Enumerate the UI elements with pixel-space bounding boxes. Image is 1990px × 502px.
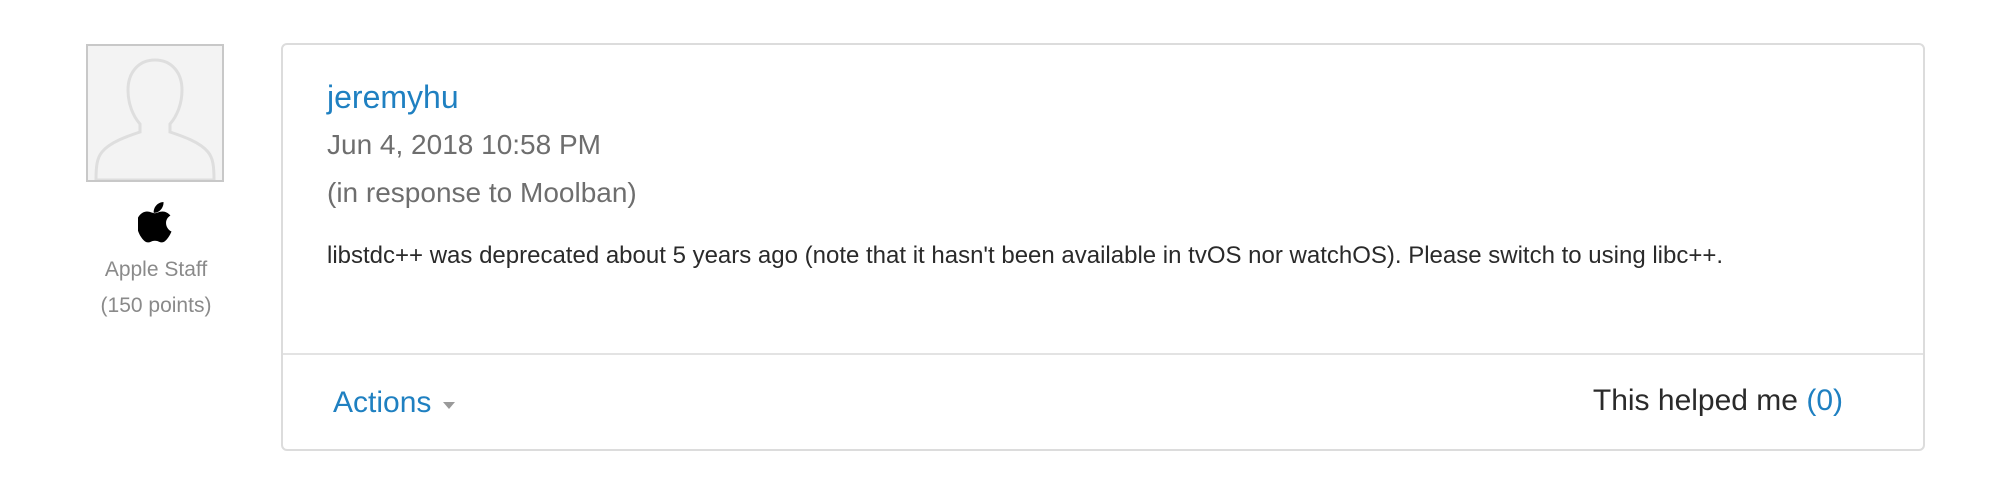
actions-label: Actions	[333, 386, 432, 419]
post-message: libstdc++ was deprecated about 5 years a…	[327, 242, 1724, 269]
in-response-target-link[interactable]: Moolban	[520, 177, 627, 208]
post-body: jeremyhu Jun 4, 2018 10:58 PM (in respon…	[327, 75, 1883, 275]
avatar[interactable]	[86, 44, 224, 182]
in-response-to: (in response to Moolban)	[327, 169, 1883, 217]
author-info: Apple Staff (150 points)	[86, 44, 226, 324]
post-footer: Actions This helped me (0)	[283, 355, 1923, 449]
default-user-silhouette-icon	[88, 46, 222, 180]
username-link[interactable]: jeremyhu	[327, 75, 459, 119]
in-response-suffix: )	[627, 177, 637, 208]
post-timestamp: Jun 4, 2018 10:58 PM	[327, 129, 601, 160]
actions-dropdown[interactable]: Actions	[333, 381, 456, 425]
author-role: Apple Staff	[104, 258, 208, 281]
author-points: (150 points)	[100, 294, 212, 317]
in-response-prefix: (in response to	[327, 177, 520, 208]
apple-logo-icon	[136, 200, 174, 244]
chevron-down-icon	[443, 401, 456, 409]
helped-label: This helped me	[1592, 384, 1807, 417]
post-card: jeremyhu Jun 4, 2018 10:58 PM (in respon…	[281, 43, 1925, 451]
helped-count-link[interactable]: (0)	[1806, 384, 1843, 417]
helped-me: This helped me (0)	[1593, 379, 1843, 423]
discussion-reply: Apple Staff (150 points) jeremyhu Jun 4,…	[0, 0, 1990, 502]
